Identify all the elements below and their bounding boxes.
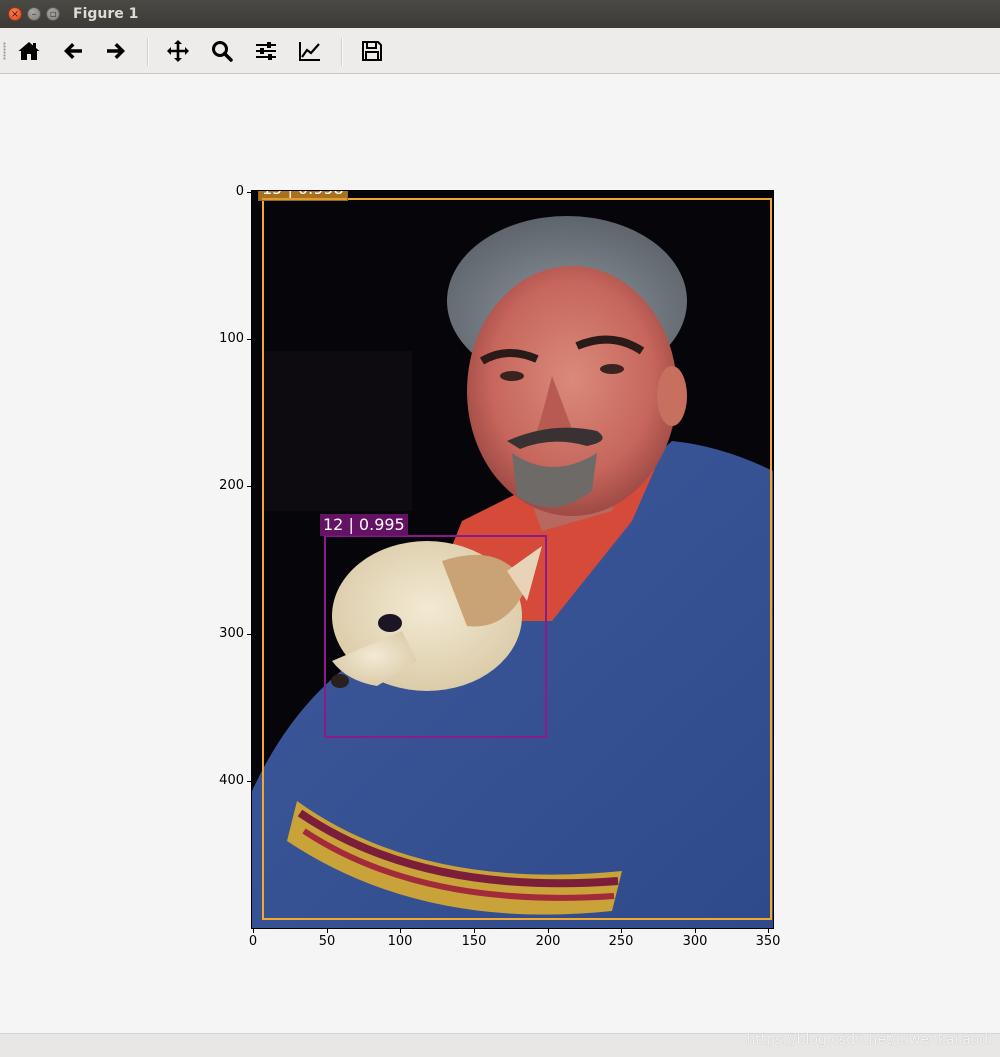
x-tick (621, 929, 622, 933)
x-tick-label: 300 (682, 934, 708, 949)
y-tick (247, 781, 251, 782)
x-tick-label: 250 (608, 934, 634, 949)
save-button[interactable] (357, 36, 387, 66)
image-axes[interactable]: 15 | 0.998 12 | 0.995 (252, 191, 773, 928)
x-tick (253, 929, 254, 933)
y-tick-label: 400 (219, 773, 244, 788)
x-tick (548, 929, 549, 933)
home-icon (18, 42, 40, 60)
zoom-button[interactable] (207, 36, 237, 66)
watermark-text: https://blog.csdn.net/juwenkailaodi (746, 1032, 992, 1048)
forward-arrow-icon (107, 43, 125, 59)
detection-label-person: 15 | 0.998 (258, 191, 348, 201)
x-tick (695, 929, 696, 933)
pan-button[interactable] (163, 36, 193, 66)
navigation-toolbar (0, 28, 1000, 74)
maximize-window-button[interactable]: ▫ (46, 7, 60, 21)
toolbar-grip[interactable] (3, 42, 6, 60)
y-tick (247, 634, 251, 635)
zoom-icon (212, 41, 233, 62)
save-icon (362, 41, 382, 61)
edit-axis-button[interactable] (295, 36, 325, 66)
detection-label-dog: 12 | 0.995 (320, 514, 408, 536)
window-title: Figure 1 (73, 6, 139, 22)
edit-axis-icon (299, 42, 320, 61)
toolbar-separator (147, 38, 149, 66)
x-tick-label: 50 (318, 934, 336, 949)
back-button[interactable] (58, 36, 88, 66)
window-titlebar: × – ▫ Figure 1 (0, 0, 1000, 28)
x-tick (400, 929, 401, 933)
x-tick (327, 929, 328, 933)
configure-subplots-button[interactable] (251, 36, 281, 66)
y-tick (247, 486, 251, 487)
x-tick (768, 929, 769, 933)
y-tick-label: 300 (219, 626, 244, 641)
x-tick-label: 150 (461, 934, 487, 949)
x-tick-label: 100 (387, 934, 413, 949)
y-tick (247, 192, 251, 193)
home-button[interactable] (14, 36, 44, 66)
y-tick-label: 100 (219, 331, 244, 346)
back-arrow-icon (64, 43, 82, 59)
subplots-config-icon (256, 42, 276, 60)
minimize-window-button[interactable]: – (27, 7, 41, 21)
forward-button[interactable] (101, 36, 131, 66)
toolbar-separator (341, 38, 343, 66)
x-tick-label: 0 (248, 934, 258, 949)
close-window-button[interactable]: × (8, 7, 22, 21)
x-tick-label: 350 (755, 934, 781, 949)
x-tick-label: 200 (535, 934, 561, 949)
detection-box-dog[interactable] (324, 535, 547, 738)
pan-icon (167, 40, 189, 62)
y-tick-label: 0 (235, 184, 244, 199)
x-tick (474, 929, 475, 933)
y-tick-label: 200 (219, 478, 244, 493)
y-tick (247, 339, 251, 340)
